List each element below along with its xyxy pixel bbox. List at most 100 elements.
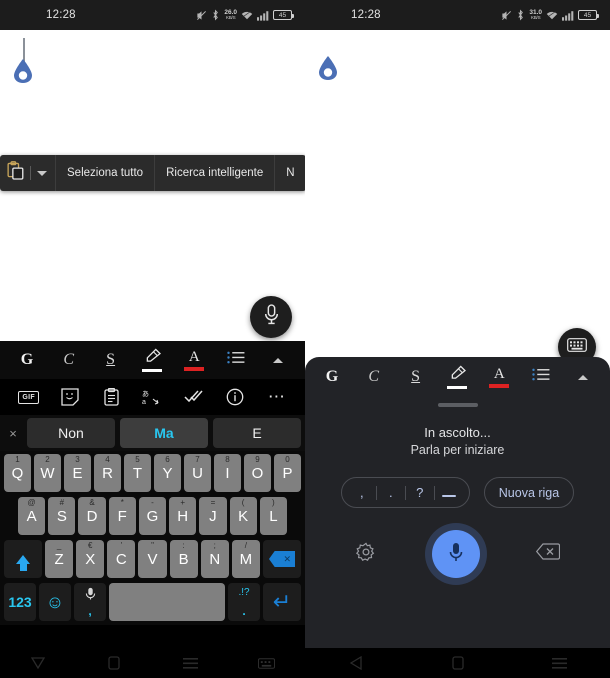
voice-mic-button[interactable] <box>431 530 480 578</box>
period-key[interactable]: . <box>377 485 405 500</box>
key-s[interactable]: # S <box>48 497 76 535</box>
suggestion-chip-1[interactable]: Non <box>27 418 115 448</box>
enter-key[interactable]: ↵ <box>263 583 301 621</box>
key-z[interactable]: _ Z <box>45 540 74 578</box>
key-d[interactable]: & D <box>78 497 106 535</box>
italic-button[interactable]: C <box>52 345 86 375</box>
key-y[interactable]: 6Y <box>154 454 181 492</box>
collapse-button[interactable] <box>566 362 600 392</box>
key-t[interactable]: 5T <box>124 454 151 492</box>
key-l[interactable]: ) L <box>259 497 287 535</box>
space-key[interactable] <box>435 485 463 500</box>
context-menu[interactable]: Seleziona tutto Ricerca intelligente N <box>0 155 305 191</box>
spellcheck-icon[interactable] <box>180 384 208 410</box>
key-p[interactable]: 0P <box>274 454 301 492</box>
key-n[interactable]: ; N <box>200 540 229 578</box>
text-color-button[interactable]: A <box>177 345 211 375</box>
key-e[interactable]: 3E <box>64 454 91 492</box>
collapse-button[interactable] <box>261 345 295 375</box>
clipboard-icon[interactable] <box>97 384 125 410</box>
suggestion-bar[interactable]: × Non Ma E <box>0 415 305 451</box>
underline-button[interactable]: S <box>94 345 128 375</box>
key-c[interactable]: ' C <box>107 540 136 578</box>
key-o[interactable]: 9O <box>244 454 271 492</box>
question-key[interactable]: ? <box>406 485 434 500</box>
key-i[interactable]: 8I <box>214 454 241 492</box>
keyboard-row-3: _ Z € X ' C " V :B ; N / M ✕ <box>2 540 303 578</box>
translate-icon[interactable]: あ a <box>138 384 166 410</box>
backspace-icon[interactable] <box>535 543 560 565</box>
highlighter-button[interactable] <box>440 362 474 392</box>
format-toolbar[interactable]: G C S A <box>305 357 610 397</box>
navigation-bar[interactable] <box>305 648 610 678</box>
bold-button[interactable]: G <box>315 362 349 392</box>
voice-controls[interactable] <box>305 530 610 578</box>
highlighter-button[interactable] <box>135 345 169 375</box>
key-r[interactable]: 4R <box>94 454 121 492</box>
nav-recents-button[interactable] <box>153 657 229 670</box>
floating-mic-button[interactable] <box>250 296 292 338</box>
key-b[interactable]: :B <box>169 540 198 578</box>
space-key[interactable] <box>109 583 225 621</box>
key-v[interactable]: " V <box>138 540 167 578</box>
key-k[interactable]: (K <box>229 497 257 535</box>
listening-status: In ascolto... Parla per iniziare <box>305 425 610 457</box>
context-menu-item-more[interactable]: N <box>274 155 305 191</box>
keyboard[interactable]: G C S A GIF あ a ⋯ × Non Ma E 1 Q 2 W 3 E… <box>0 341 305 648</box>
highlight-color-swatch <box>142 369 163 372</box>
context-menu-item-smart-search[interactable]: Ricerca intelligente <box>154 155 274 191</box>
navigation-bar[interactable] <box>0 648 305 678</box>
punctuation-row[interactable]: , . ? Nuova riga <box>305 477 610 508</box>
text-selection-handle[interactable] <box>13 58 33 84</box>
close-suggestions-icon[interactable]: × <box>4 426 22 441</box>
nav-home-button[interactable] <box>76 656 152 670</box>
suggestion-chip-3[interactable]: E <box>213 418 301 448</box>
nav-home-button[interactable] <box>407 656 509 670</box>
text-selection-handle[interactable] <box>318 55 338 81</box>
info-icon[interactable] <box>221 384 249 410</box>
new-line-button[interactable]: Nuova riga <box>483 477 575 508</box>
key-j[interactable]: = J <box>199 497 227 535</box>
gif-icon[interactable]: GIF <box>15 384 43 410</box>
suggestion-chip-2[interactable]: Ma <box>120 418 208 448</box>
key-x[interactable]: € X <box>76 540 105 578</box>
underline-button[interactable]: S <box>399 362 433 392</box>
nav-back-button[interactable] <box>305 656 407 670</box>
text-color-button[interactable]: A <box>482 362 516 392</box>
keyboard-tool-row[interactable]: GIF あ a ⋯ <box>0 379 305 415</box>
comma-key[interactable]: , <box>348 485 376 500</box>
backspace-key[interactable]: ✕ <box>262 540 301 578</box>
more-options-icon[interactable]: ⋯ <box>262 384 290 410</box>
list-button[interactable] <box>219 345 253 375</box>
chevron-down-icon[interactable] <box>37 170 47 176</box>
mic-key[interactable]: , <box>74 583 106 621</box>
gear-icon[interactable] <box>355 541 376 567</box>
key-m[interactable]: / M <box>231 540 260 578</box>
nav-back-button[interactable] <box>0 657 76 669</box>
key-a[interactable]: @ A <box>18 497 46 535</box>
key-w[interactable]: 2W <box>34 454 61 492</box>
chevron-up-icon <box>272 357 283 363</box>
sticker-icon[interactable] <box>56 384 84 410</box>
nav-recents-button[interactable] <box>508 657 610 670</box>
list-button[interactable] <box>524 362 558 392</box>
punctuation-pill[interactable]: , . ? <box>340 477 470 508</box>
key-f[interactable]: * F <box>108 497 136 535</box>
key-g[interactable]: -G <box>138 497 167 535</box>
voice-input-panel[interactable]: G C S A In ascolto... Parla per iniziare… <box>305 357 610 648</box>
key-h[interactable]: + H <box>169 497 197 535</box>
shift-key[interactable] <box>4 540 42 578</box>
bold-button[interactable]: G <box>10 345 44 375</box>
key-q[interactable]: 1Q <box>4 454 31 492</box>
key-u[interactable]: 7U <box>184 454 211 492</box>
format-toolbar[interactable]: G C S A <box>0 341 305 379</box>
drag-handle[interactable] <box>437 403 478 407</box>
clipboard-paste-icon[interactable] <box>7 161 24 185</box>
punctuation-key[interactable]: .!? . <box>228 583 260 621</box>
keyboard-rows[interactable]: 1Q 2W 3E 4R 5T 6Y 7U 8I 9O 0P @ A # S & D *… <box>0 451 305 625</box>
italic-button[interactable]: C <box>357 362 391 392</box>
numeric-key[interactable]: 123 <box>4 583 36 621</box>
context-menu-item-select-all[interactable]: Seleziona tutto <box>55 155 154 191</box>
emoji-key[interactable]: ☺ <box>39 583 71 621</box>
context-menu-paste-group[interactable] <box>0 155 55 191</box>
